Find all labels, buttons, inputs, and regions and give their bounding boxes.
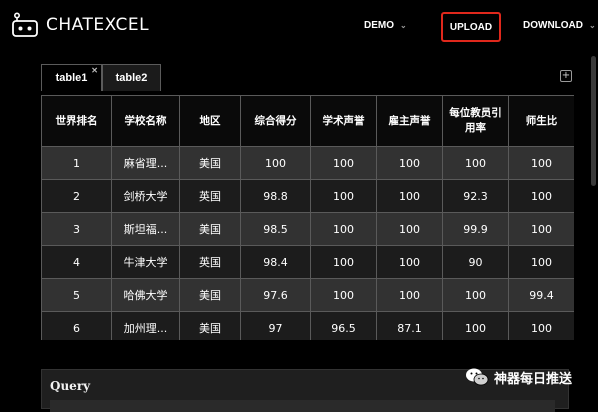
- nav-demo-label: DEMO: [364, 20, 394, 31]
- table-cell[interactable]: 87.1: [376, 311, 443, 340]
- table-cell[interactable]: 100: [442, 311, 509, 340]
- column-header[interactable]: 学术声誉: [310, 95, 377, 147]
- table-cell[interactable]: 麻省理...: [111, 146, 180, 180]
- column-header[interactable]: 地区: [179, 95, 241, 147]
- table-cell[interactable]: 97.6: [240, 278, 311, 312]
- table-cell[interactable]: 100: [376, 278, 443, 312]
- column-header[interactable]: 学校名称: [111, 95, 180, 147]
- add-table-button[interactable]: +: [560, 70, 572, 82]
- table-cell[interactable]: 哈佛大学: [111, 278, 180, 312]
- robot-icon: [12, 12, 38, 37]
- wechat-icon: [466, 368, 489, 386]
- table-cell[interactable]: 美国: [179, 311, 241, 340]
- table-row[interactable]: 4 牛津大学 英国 98.4 100 100 90 100: [41, 245, 574, 279]
- chevron-down-icon: ⌄: [400, 21, 407, 30]
- tab-label: table1: [55, 72, 88, 84]
- tab-table1[interactable]: table1 ✕: [41, 64, 102, 91]
- table-tabs: table1 ✕ table2: [41, 64, 161, 91]
- table-cell[interactable]: 90: [442, 245, 509, 279]
- table-cell[interactable]: 100: [508, 311, 574, 340]
- table-cell[interactable]: 100: [376, 212, 443, 246]
- app-logo[interactable]: CHATEXCEL: [12, 12, 149, 38]
- table-cell[interactable]: 100: [508, 245, 574, 279]
- table-cell[interactable]: 3: [41, 212, 112, 246]
- table-cell[interactable]: 100: [240, 146, 311, 180]
- table-cell[interactable]: 100: [310, 212, 377, 246]
- table-cell[interactable]: 98.8: [240, 179, 311, 213]
- table-cell[interactable]: 美国: [179, 278, 241, 312]
- app-title: CHATEXCEL: [46, 15, 149, 35]
- nav-download[interactable]: DOWNLOAD ⌄: [523, 20, 596, 31]
- table-cell[interactable]: 92.3: [442, 179, 509, 213]
- table-row[interactable]: 1 麻省理... 美国 100 100 100 100 100: [41, 146, 574, 180]
- column-header[interactable]: 雇主声誉: [376, 95, 443, 147]
- close-icon[interactable]: ✕: [91, 66, 98, 75]
- app-title-text: CHATEXCEL: [46, 15, 150, 35]
- table-cell[interactable]: 加州理...: [111, 311, 180, 340]
- table-cell[interactable]: 100: [508, 146, 574, 180]
- table-cell[interactable]: 100: [376, 179, 443, 213]
- table-cell[interactable]: 美国: [179, 212, 241, 246]
- column-header[interactable]: 师生比: [508, 95, 574, 147]
- table-cell[interactable]: 98.5: [240, 212, 311, 246]
- table-row[interactable]: 3 斯坦福... 美国 98.5 100 100 99.9 100: [41, 212, 574, 246]
- page-scrollbar[interactable]: [589, 56, 598, 404]
- upload-button[interactable]: UPLOAD: [441, 12, 501, 42]
- table-row[interactable]: 6 加州理... 美国 97 96.5 87.1 100 100: [41, 311, 574, 340]
- tab-table2[interactable]: table2: [102, 64, 161, 91]
- column-header[interactable]: 综合得分: [240, 95, 311, 147]
- table-cell[interactable]: 100: [310, 245, 377, 279]
- tab-label: table2: [115, 72, 148, 84]
- table-cell[interactable]: 100: [310, 278, 377, 312]
- table-cell[interactable]: 英国: [179, 245, 241, 279]
- chevron-down-icon: ⌄: [589, 21, 596, 30]
- table-cell[interactable]: 牛津大学: [111, 245, 180, 279]
- table-row[interactable]: 2 剑桥大学 英国 98.8 100 100 92.3 100: [41, 179, 574, 213]
- upload-label: UPLOAD: [449, 21, 493, 33]
- table-cell[interactable]: 100: [442, 146, 509, 180]
- table-cell[interactable]: 100: [376, 245, 443, 279]
- nav-download-label: DOWNLOAD: [523, 20, 583, 31]
- table-cell[interactable]: 斯坦福...: [111, 212, 180, 246]
- scrollbar-thumb[interactable]: [591, 56, 596, 186]
- table-cell[interactable]: 97: [240, 311, 311, 340]
- table-cell[interactable]: 98.4: [240, 245, 311, 279]
- table-cell[interactable]: 100: [508, 179, 574, 213]
- table-header-row: 世界排名 学校名称 地区 综合得分 学术声誉 雇主声誉 每位教员引用率 师生比: [41, 95, 574, 147]
- table-row[interactable]: 5 哈佛大学 美国 97.6 100 100 100 99.4: [41, 278, 574, 312]
- table-cell[interactable]: 100: [310, 179, 377, 213]
- table-cell[interactable]: 美国: [179, 146, 241, 180]
- table-cell[interactable]: 2: [41, 179, 112, 213]
- data-table: 世界排名 学校名称 地区 综合得分 学术声誉 雇主声誉 每位教员引用率 师生比 1 麻省理...…: [41, 95, 574, 340]
- table-cell[interactable]: 100: [376, 146, 443, 180]
- column-header[interactable]: 世界排名: [41, 95, 112, 147]
- watermark-text: 神器每日推送: [494, 371, 573, 387]
- table-cell[interactable]: 英国: [179, 179, 241, 213]
- table-cell[interactable]: 4: [41, 245, 112, 279]
- nav-demo[interactable]: DEMO ⌄: [364, 20, 407, 31]
- table-cell[interactable]: 99.4: [508, 278, 574, 312]
- table-cell[interactable]: 5: [41, 278, 112, 312]
- table-cell[interactable]: 6: [41, 311, 112, 340]
- table-cell[interactable]: 96.5: [310, 311, 377, 340]
- top-bar: CHATEXCEL DEMO ⌄ UPLOAD DOWNLOAD ⌄: [0, 0, 598, 56]
- table-cell[interactable]: 100: [508, 212, 574, 246]
- column-header[interactable]: 每位教员引用率: [442, 95, 509, 147]
- table-cell[interactable]: 99.9: [442, 212, 509, 246]
- plus-icon: +: [561, 70, 571, 81]
- watermark: 神器每日推送: [465, 367, 572, 387]
- table-cell[interactable]: 100: [442, 278, 509, 312]
- query-label: Query: [50, 379, 91, 393]
- table-cell[interactable]: 100: [310, 146, 377, 180]
- query-input[interactable]: [50, 400, 555, 412]
- table-cell[interactable]: 1: [41, 146, 112, 180]
- table-cell[interactable]: 剑桥大学: [111, 179, 180, 213]
